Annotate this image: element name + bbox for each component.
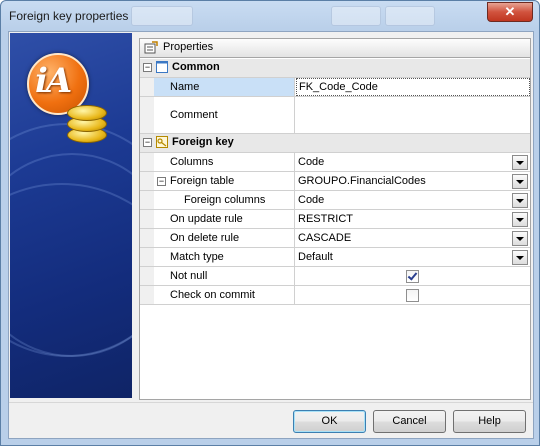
title-bar[interactable]: Foreign key properties ✕: [1, 1, 539, 31]
property-row-not-null[interactable]: Not null: [140, 267, 530, 286]
dropdown-arrow-icon[interactable]: [512, 174, 528, 189]
match-type-value[interactable]: Default: [296, 248, 530, 266]
on-update-rule-value[interactable]: RESTRICT: [296, 210, 530, 228]
property-row-on-delete-rule[interactable]: On delete rule CASCADE: [140, 229, 530, 248]
properties-header: Properties: [140, 39, 530, 58]
foreign-columns-value[interactable]: Code: [296, 191, 530, 209]
name-input[interactable]: FK_Code_Code: [296, 78, 530, 96]
property-label: Name: [154, 78, 295, 96]
properties-header-label: Properties: [163, 41, 214, 53]
property-label: Foreign table: [154, 172, 295, 190]
property-row-on-update-rule[interactable]: On update rule RESTRICT: [140, 210, 530, 229]
background-window-ghost: [385, 6, 435, 26]
background-window-ghost: [131, 6, 193, 26]
key-icon: [156, 136, 168, 148]
button-bar: OK Cancel Help: [9, 402, 533, 439]
property-label: Comment: [154, 97, 295, 133]
property-row-check-on-commit[interactable]: Check on commit: [140, 286, 530, 305]
property-label: Columns: [154, 153, 295, 171]
property-label: Match type: [154, 248, 295, 266]
property-label: Not null: [154, 267, 295, 285]
common-category-icon: [156, 61, 168, 73]
background-window-ghost: [331, 6, 381, 26]
property-label: Check on commit: [154, 286, 295, 304]
category-label: Common: [172, 61, 220, 73]
on-delete-rule-value[interactable]: CASCADE: [296, 229, 530, 247]
help-button[interactable]: Help: [453, 410, 526, 433]
property-row-comment[interactable]: Comment: [140, 97, 530, 134]
window-title: Foreign key properties: [9, 9, 129, 23]
property-inspector: Properties − Common Name FK_Code_Code Co…: [139, 38, 531, 400]
dropdown-arrow-icon[interactable]: [512, 212, 528, 227]
close-button[interactable]: ✕: [487, 2, 533, 22]
property-row-columns[interactable]: Columns Code: [140, 153, 530, 172]
dropdown-arrow-icon[interactable]: [512, 155, 528, 170]
ok-button[interactable]: OK: [293, 410, 366, 433]
collapse-icon[interactable]: −: [143, 63, 152, 72]
properties-icon: [144, 41, 158, 54]
property-row-match-type[interactable]: Match type Default: [140, 248, 530, 267]
property-row-foreign-columns[interactable]: Foreign columns Code: [140, 191, 530, 210]
not-null-cell: [296, 267, 530, 285]
category-foreign-key[interactable]: − Foreign key: [140, 134, 530, 153]
dropdown-arrow-icon[interactable]: [512, 231, 528, 246]
brand-side-panel: iA: [10, 33, 132, 398]
check-on-commit-checkbox[interactable]: [406, 289, 419, 302]
dropdown-arrow-icon[interactable]: [512, 250, 528, 265]
category-common[interactable]: − Common: [140, 59, 530, 78]
collapse-icon[interactable]: −: [143, 138, 152, 147]
decor-swirl: [10, 183, 132, 398]
logo-text: iA: [35, 61, 72, 101]
dialog-client-area: iA Properties − Common Name FK_Code_Code…: [8, 31, 534, 439]
check-on-commit-cell: [296, 286, 530, 304]
columns-value[interactable]: Code: [296, 153, 530, 171]
dialog-window: Foreign key properties ✕ iA Properties −…: [0, 0, 540, 446]
dropdown-arrow-icon[interactable]: [512, 193, 528, 208]
property-row-foreign-table[interactable]: − Foreign table GROUPO.FinancialCodes: [140, 172, 530, 191]
not-null-checkbox[interactable]: [406, 270, 419, 283]
comment-input[interactable]: [296, 97, 530, 133]
property-label: Foreign columns: [154, 191, 295, 209]
property-label: On update rule: [154, 210, 295, 228]
property-label: On delete rule: [154, 229, 295, 247]
cancel-button[interactable]: Cancel: [373, 410, 446, 433]
foreign-table-value[interactable]: GROUPO.FinancialCodes: [296, 172, 530, 190]
property-row-name[interactable]: Name FK_Code_Code: [140, 78, 530, 97]
category-label: Foreign key: [172, 136, 234, 148]
